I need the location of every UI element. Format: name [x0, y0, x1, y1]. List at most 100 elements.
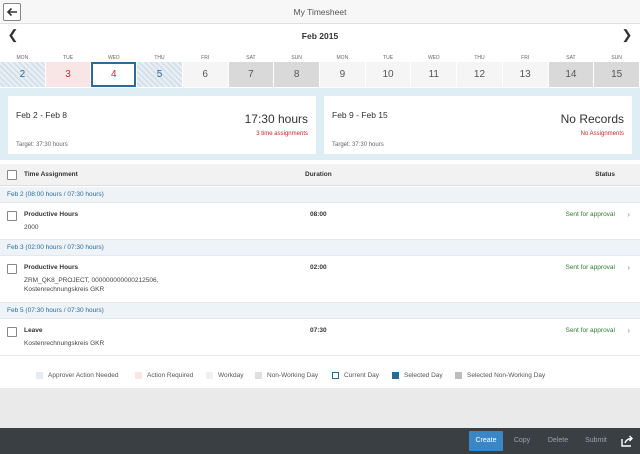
top-bar: My Timesheet: [0, 0, 640, 24]
legend-swatch: [255, 371, 262, 379]
row-status: Sent for approval: [565, 211, 615, 218]
group-label: Feb 3 (02:00 hours / 07:30 hours): [7, 244, 104, 251]
day-name: MON: [336, 55, 349, 61]
week-hours: 17:30 hours: [244, 112, 308, 126]
row-subtitle: ZRM_QK8_PROJECT, 000000000000212506, Kos…: [24, 277, 159, 293]
calendar-day[interactable]: THU 5: [137, 55, 182, 87]
group-header: Feb 5 (07:30 hours / 07:30 hours): [0, 303, 640, 319]
row-checkbox[interactable]: [7, 327, 17, 337]
day-name: THU: [154, 55, 165, 61]
legend-swatch: [392, 371, 399, 379]
day-number: 2: [0, 62, 45, 87]
next-month-button[interactable]: ❯: [619, 27, 635, 43]
calendar-day[interactable]: SAT 14: [548, 55, 594, 87]
week-target: Target: 37:30 hours: [16, 142, 68, 148]
row-duration: 07:30: [310, 327, 327, 334]
day-name: THU: [474, 55, 485, 61]
week-range: Feb 2 - Feb 8: [16, 110, 68, 120]
legend-swatch: [332, 371, 339, 379]
calendar-day[interactable]: WED 4: [91, 55, 137, 87]
day-name: SAT: [246, 55, 256, 61]
table-header: Time Assignment Duration Status: [0, 164, 640, 186]
select-all-checkbox[interactable]: [7, 170, 17, 180]
day-number: 4: [91, 62, 137, 87]
day-number: 8: [274, 62, 319, 87]
calendar-day[interactable]: TUE 10: [365, 55, 411, 87]
calendar-day[interactable]: SUN 8: [274, 55, 319, 87]
calendar-day[interactable]: MON 2: [0, 55, 45, 87]
day-number: 13: [502, 62, 548, 87]
calendar-day[interactable]: SUN 15: [594, 55, 639, 87]
row-subtitle: 2000: [24, 224, 39, 231]
row-title: Productive Hours: [24, 211, 79, 218]
share-icon[interactable]: [620, 434, 634, 448]
day-name: SUN: [291, 55, 302, 61]
calendar-day[interactable]: FRI 13: [502, 55, 548, 87]
legend-item: Selected Day: [392, 371, 443, 379]
legend-item: Non-Working Day: [255, 371, 318, 379]
day-number: 11: [411, 62, 457, 87]
group-header: Feb 2 (08:00 hours / 07:30 hours): [0, 187, 640, 203]
submit-button[interactable]: Submit: [580, 431, 612, 451]
row-duration: 02:00: [310, 264, 327, 271]
day-name: TUE: [63, 55, 74, 61]
day-name: SAT: [566, 55, 576, 61]
row-status: Sent for approval: [565, 327, 615, 334]
legend-swatch: [206, 371, 213, 379]
day-name: FRI: [201, 55, 210, 61]
header-duration: Duration: [305, 171, 332, 178]
day-number: 6: [182, 62, 228, 87]
day-strip: MON 2 TUE 3 WED 4 THU 5 FRI 6 SAT 7 SUN 8 MON 9 TUE 10 WED…: [0, 55, 640, 87]
calendar-day[interactable]: SAT 7: [228, 55, 274, 87]
week-summary-area: Feb 2 - Feb 8 17:30 hours 3 time assignm…: [0, 88, 640, 160]
legend-item: Approver Action Needed: [36, 371, 118, 379]
day-number: 3: [45, 62, 91, 87]
table-row[interactable]: Leave Kostenrechnungskreis GKR 07:30 Sen…: [0, 320, 640, 356]
row-checkbox[interactable]: [7, 211, 17, 221]
month-label: Feb 2015: [301, 31, 339, 41]
page-title: My Timesheet: [293, 7, 347, 17]
legend-item: Action Required: [135, 371, 193, 379]
day-number: 10: [365, 62, 411, 87]
legend-swatch: [36, 371, 43, 379]
week-assignments: No Assignments: [580, 131, 624, 137]
calendar-day[interactable]: FRI 6: [182, 55, 228, 87]
chevron-right-icon: ›: [627, 326, 630, 335]
week-target: Target: 37:30 hours: [332, 142, 384, 148]
week-card-2[interactable]: Feb 9 - Feb 15 No Records No Assignments…: [324, 96, 632, 154]
calendar-day[interactable]: TUE 3: [45, 55, 91, 87]
header-status: Status: [595, 171, 615, 178]
legend-item: Workday: [206, 371, 244, 379]
copy-button[interactable]: Copy: [508, 431, 536, 451]
day-number: 5: [137, 62, 182, 87]
legend-item: Current Day: [332, 371, 379, 379]
day-number: 15: [594, 62, 639, 87]
day-name: SUN: [611, 55, 622, 61]
chevron-right-icon: ›: [627, 263, 630, 272]
row-checkbox[interactable]: [7, 264, 17, 274]
legend-item: Selected Non-Working Day: [455, 371, 545, 379]
day-name: WED: [107, 55, 120, 61]
calendar-day[interactable]: THU 12: [457, 55, 502, 87]
create-button[interactable]: Create: [469, 431, 503, 451]
row-title: Leave: [24, 327, 43, 334]
week-hours: No Records: [560, 112, 624, 126]
day-number: 7: [228, 62, 274, 87]
footer-toolbar: Create Copy Delete Submit: [0, 428, 640, 454]
table-row[interactable]: Productive Hours 2000 08:00 Sent for app…: [0, 204, 640, 240]
day-name: WED: [427, 55, 440, 61]
group-header: Feb 3 (02:00 hours / 07:30 hours): [0, 240, 640, 256]
delete-button[interactable]: Delete: [542, 431, 574, 451]
day-name: FRI: [521, 55, 530, 61]
row-status: Sent for approval: [565, 264, 615, 271]
chevron-right-icon: ›: [627, 210, 630, 219]
week-range: Feb 9 - Feb 15: [332, 110, 388, 120]
day-name: TUE: [383, 55, 394, 61]
week-card-1[interactable]: Feb 2 - Feb 8 17:30 hours 3 time assignm…: [8, 96, 316, 154]
calendar-day[interactable]: WED 11: [411, 55, 457, 87]
row-subtitle: Kostenrechnungskreis GKR: [24, 340, 105, 347]
table-row[interactable]: Productive Hours ZRM_QK8_PROJECT, 000000…: [0, 257, 640, 303]
calendar-day[interactable]: MON 9: [320, 55, 365, 87]
header-time-assignment: Time Assignment: [24, 171, 78, 178]
legend-swatch: [135, 371, 142, 379]
